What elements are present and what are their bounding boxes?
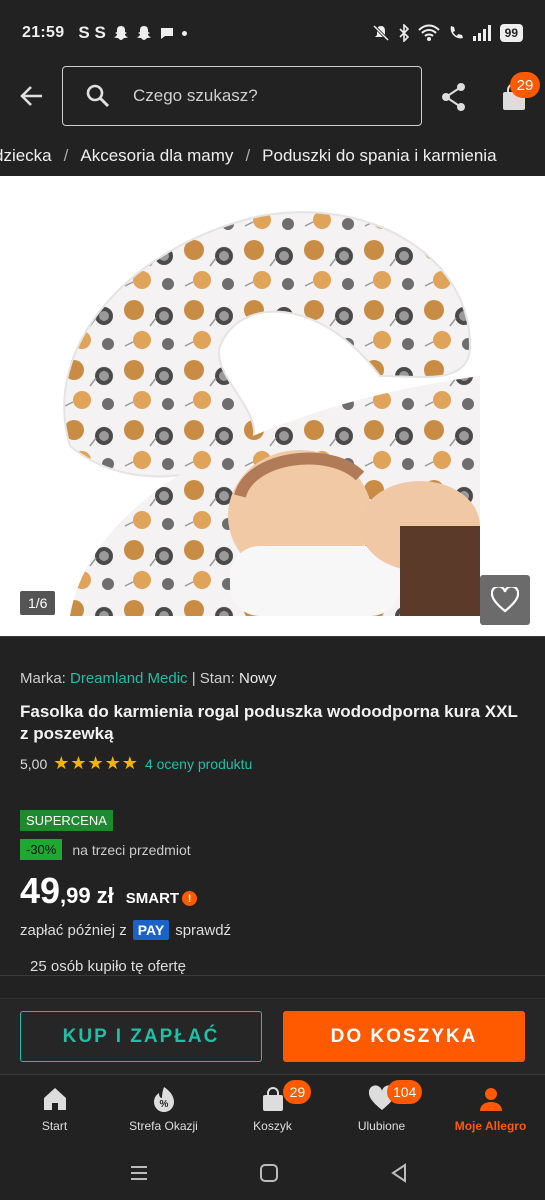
nav-koszyk[interactable]: Koszyk 29 bbox=[218, 1075, 327, 1150]
smart-label: SMART bbox=[125, 890, 180, 907]
snapchat-icon bbox=[113, 26, 128, 40]
discount-badge: -30% bbox=[20, 839, 63, 860]
bought-count: 25 osób kupiło tę ofertę bbox=[30, 958, 186, 975]
smart-badge[interactable]: SMART ! bbox=[125, 890, 198, 907]
share-icon[interactable] bbox=[440, 82, 468, 112]
status-bar: 21:59 S S 99 bbox=[0, 0, 545, 66]
action-bar: KUP I ZAPŁAĆ DO KOSZYKA bbox=[0, 998, 545, 1074]
cart-badge: 29 bbox=[510, 72, 540, 98]
cart-count-badge: 29 bbox=[283, 1080, 312, 1104]
product-info: Marka: Dreamland Medic | Stan: Nowy Faso… bbox=[20, 650, 525, 975]
favorites-count-badge: 104 bbox=[386, 1080, 423, 1104]
clock: 21:59 bbox=[22, 24, 65, 41]
back-arrow-icon[interactable] bbox=[18, 82, 46, 110]
signal-icon bbox=[472, 25, 491, 41]
price: 49 ,99 zł SMART ! bbox=[20, 870, 525, 912]
discount-row: -30% na trzeci przedmiot bbox=[20, 839, 525, 860]
nav-label: Strefa Okazji bbox=[129, 1119, 198, 1133]
pay-suffix: sprawdź bbox=[175, 921, 232, 939]
price-integer: 49 bbox=[20, 870, 61, 911]
heart-outline-icon bbox=[491, 587, 519, 613]
condition-value: Nowy bbox=[239, 670, 277, 687]
snapchat-icon bbox=[136, 26, 151, 40]
brand-label: Marka: bbox=[20, 670, 66, 687]
recent-apps-icon[interactable] bbox=[128, 1162, 150, 1184]
call-icon bbox=[450, 26, 463, 39]
product-image-gallery[interactable]: 1/6 bbox=[0, 176, 545, 636]
brand-line: Marka: Dreamland Medic | Stan: Nowy bbox=[20, 670, 525, 687]
price-currency: zł bbox=[96, 883, 114, 908]
system-navigation bbox=[0, 1150, 545, 1200]
image-counter: 1/6 bbox=[20, 591, 56, 615]
home-icon bbox=[43, 1088, 66, 1110]
nav-ulubione[interactable]: Ulubione 104 bbox=[327, 1075, 436, 1150]
user-icon bbox=[479, 1088, 502, 1111]
search-icon bbox=[86, 84, 110, 108]
battery-icon: 99 bbox=[499, 24, 523, 42]
system-icons: 99 bbox=[372, 24, 523, 42]
supercena-badge: SUPERCENA bbox=[20, 810, 113, 831]
back-button-icon[interactable] bbox=[388, 1162, 410, 1184]
breadcrumb-separator: / bbox=[63, 146, 69, 165]
chat-icon bbox=[160, 28, 173, 39]
product-image bbox=[0, 176, 545, 636]
rating-row: 5,00 ★★★★★ 4 oceny produktu bbox=[20, 753, 525, 774]
price-decimal: ,99 bbox=[60, 883, 91, 908]
notification-s-icons: S S bbox=[78, 23, 106, 42]
nav-label: Moje Allegro bbox=[454, 1119, 527, 1133]
condition-label: | Stan: bbox=[191, 670, 235, 687]
nav-label: Start bbox=[41, 1119, 68, 1133]
pay-prefix: zapłać później z bbox=[20, 921, 127, 939]
deals-icon: % bbox=[153, 1087, 174, 1112]
app-header: Czego szukasz? bbox=[0, 66, 545, 130]
nav-moje-allegro[interactable]: Moje Allegro bbox=[436, 1075, 545, 1150]
nav-start[interactable]: Start bbox=[0, 1075, 109, 1150]
smart-info-icon: ! bbox=[182, 891, 198, 906]
add-to-cart-button[interactable]: DO KOSZYKA bbox=[283, 1011, 525, 1062]
divider bbox=[0, 636, 545, 637]
bottom-navigation: Start % Strefa Okazji Koszyk 29 Ulubione… bbox=[0, 1074, 545, 1150]
home-button-icon[interactable] bbox=[258, 1162, 280, 1184]
brand-link[interactable]: Dreamland Medic bbox=[70, 670, 188, 687]
ratings-link[interactable]: 4 oceny produktu bbox=[145, 756, 252, 772]
cart-bag-icon bbox=[262, 1087, 283, 1111]
favorite-button[interactable] bbox=[480, 575, 530, 625]
breadcrumb-item[interactable]: Poduszki do spania i karmienia bbox=[262, 146, 496, 166]
wifi-icon bbox=[417, 24, 440, 41]
search-placeholder: Czego szukasz? bbox=[133, 86, 258, 105]
discount-text: na trzeci przedmiot bbox=[72, 841, 191, 858]
pay-logo: PAY bbox=[132, 920, 170, 940]
rating-value: 5,00 bbox=[20, 755, 48, 772]
breadcrumb-item[interactable]: dziecka bbox=[0, 146, 52, 166]
product-title: Fasolka do karmienia rogal poduszka wodo… bbox=[20, 702, 518, 743]
search-input[interactable]: Czego szukasz? bbox=[62, 66, 422, 126]
svg-text:%: % bbox=[159, 1099, 168, 1110]
star-rating-icon: ★★★★★ bbox=[53, 753, 139, 773]
nav-strefa-okazji[interactable]: % Strefa Okazji bbox=[109, 1075, 218, 1150]
nav-label: Ulubione bbox=[357, 1119, 406, 1133]
dot-icon bbox=[181, 30, 187, 36]
breadcrumb-separator: / bbox=[245, 146, 251, 165]
nav-label: Koszyk bbox=[253, 1119, 292, 1133]
divider bbox=[0, 975, 545, 976]
buy-now-button[interactable]: KUP I ZAPŁAĆ bbox=[20, 1011, 262, 1062]
mute-icon bbox=[372, 24, 389, 42]
pay-later-row[interactable]: zapłać później z PAY sprawdź bbox=[20, 920, 525, 940]
breadcrumb: dziecka / Akcesoria dla mamy / Poduszki … bbox=[0, 136, 545, 176]
breadcrumb-item[interactable]: Akcesoria dla mamy bbox=[80, 146, 233, 166]
bluetooth-icon bbox=[399, 24, 409, 42]
notification-icons: S S bbox=[78, 23, 187, 43]
